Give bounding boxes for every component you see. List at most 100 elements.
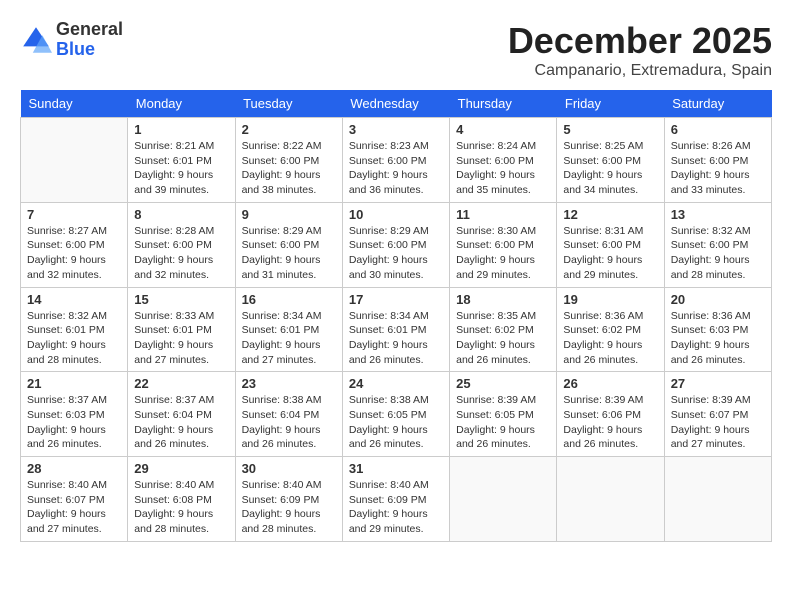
day-number: 24 [349, 376, 443, 391]
day-number: 7 [27, 207, 121, 222]
day-number: 21 [27, 376, 121, 391]
day-number: 9 [242, 207, 336, 222]
logo-blue: Blue [56, 40, 123, 60]
day-number: 20 [671, 292, 765, 307]
day-number: 23 [242, 376, 336, 391]
calendar-week-5: 28Sunrise: 8:40 AMSunset: 6:07 PMDayligh… [21, 457, 772, 542]
day-info: Sunrise: 8:31 AMSunset: 6:00 PMDaylight:… [563, 224, 657, 283]
calendar-cell: 28Sunrise: 8:40 AMSunset: 6:07 PMDayligh… [21, 457, 128, 542]
day-number: 25 [456, 376, 550, 391]
calendar-cell: 9 Sunrise: 8:29 AMSunset: 6:00 PMDaylight… [235, 202, 342, 287]
calendar-header: SundayMondayTuesdayWednesdayThursdayFrid… [21, 90, 772, 118]
day-number: 17 [349, 292, 443, 307]
day-info: Sunrise: 8:38 AMSunset: 6:04 PMDaylight:… [242, 393, 336, 452]
calendar-cell: 8Sunrise: 8:28 AMSunset: 6:00 PMDaylight… [128, 202, 235, 287]
day-info: Sunrise: 8:22 AMSunset: 6:00 PMDaylight:… [242, 139, 336, 198]
day-number: 12 [563, 207, 657, 222]
day-info: Sunrise: 8:26 AMSunset: 6:00 PMDaylight:… [671, 139, 765, 198]
calendar-cell [450, 457, 557, 542]
day-info: Sunrise: 8:32 AMSunset: 6:01 PMDaylight:… [27, 309, 121, 368]
weekday-header-saturday: Saturday [664, 90, 771, 118]
day-number: 3 [349, 122, 443, 137]
location-subtitle: Campanario, Extremadura, Spain [508, 62, 772, 80]
calendar-cell: 19Sunrise: 8:36 AMSunset: 6:02 PMDayligh… [557, 287, 664, 372]
calendar-cell: 1 Sunrise: 8:21 AMSunset: 6:01 PMDaylight… [128, 118, 235, 203]
calendar-cell: 22 Sunrise: 8:37 AMSunset: 6:04 PMDayligh… [128, 372, 235, 457]
day-info: Sunrise: 8:36 AMSunset: 6:02 PMDaylight:… [563, 309, 657, 368]
calendar-cell: 20 Sunrise: 8:36 AMSunset: 6:03 PMDayligh… [664, 287, 771, 372]
day-number: 30 [242, 461, 336, 476]
calendar-cell: 17 Sunrise: 8:34 AMSunset: 6:01 PMDayligh… [342, 287, 449, 372]
calendar-cell: 27Sunrise: 8:39 AMSunset: 6:07 PMDayligh… [664, 372, 771, 457]
calendar-cell: 24 Sunrise: 8:38 AMSunset: 6:05 PMDayligh… [342, 372, 449, 457]
day-number: 5 [563, 122, 657, 137]
weekday-header-tuesday: Tuesday [235, 90, 342, 118]
weekday-header-friday: Friday [557, 90, 664, 118]
day-number: 26 [563, 376, 657, 391]
calendar-table: SundayMondayTuesdayWednesdayThursdayFrid… [20, 90, 772, 542]
calendar-cell: 7 Sunrise: 8:27 AMSunset: 6:00 PMDaylight… [21, 202, 128, 287]
day-info: Sunrise: 8:33 AMSunset: 6:01 PMDaylight:… [134, 309, 228, 368]
weekday-header-wednesday: Wednesday [342, 90, 449, 118]
day-number: 4 [456, 122, 550, 137]
weekday-header-sunday: Sunday [21, 90, 128, 118]
calendar-cell: 23 Sunrise: 8:38 AMSunset: 6:04 PMDayligh… [235, 372, 342, 457]
calendar-cell: 11 Sunrise: 8:30 AMSunset: 6:00 PMDayligh… [450, 202, 557, 287]
day-info: Sunrise: 8:24 AMSunset: 6:00 PMDaylight:… [456, 139, 550, 198]
day-info: Sunrise: 8:23 AMSunset: 6:00 PMDaylight:… [349, 139, 443, 198]
header: General Blue December 2025 Campanario, E… [20, 20, 772, 80]
calendar-cell: 31Sunrise: 8:40 AMSunset: 6:09 PMDayligh… [342, 457, 449, 542]
calendar-cell: 18 Sunrise: 8:35 AMSunset: 6:02 PMDayligh… [450, 287, 557, 372]
calendar-cell: 15 Sunrise: 8:33 AMSunset: 6:01 PMDayligh… [128, 287, 235, 372]
day-info: Sunrise: 8:36 AMSunset: 6:03 PMDaylight:… [671, 309, 765, 368]
day-info: Sunrise: 8:35 AMSunset: 6:02 PMDaylight:… [456, 309, 550, 368]
logo-general: General [56, 20, 123, 40]
day-info: Sunrise: 8:34 AMSunset: 6:01 PMDaylight:… [349, 309, 443, 368]
weekday-header-thursday: Thursday [450, 90, 557, 118]
day-info: Sunrise: 8:32 AMSunset: 6:00 PMDaylight:… [671, 224, 765, 283]
day-info: Sunrise: 8:38 AMSunset: 6:05 PMDaylight:… [349, 393, 443, 452]
calendar-cell: 29 Sunrise: 8:40 AMSunset: 6:08 PMDayligh… [128, 457, 235, 542]
day-number: 1 [134, 122, 228, 137]
calendar-cell: 30 Sunrise: 8:40 AMSunset: 6:09 PMDayligh… [235, 457, 342, 542]
calendar-cell: 4 Sunrise: 8:24 AMSunset: 6:00 PMDaylight… [450, 118, 557, 203]
calendar-cell: 5 Sunrise: 8:25 AMSunset: 6:00 PMDaylight… [557, 118, 664, 203]
day-info: Sunrise: 8:29 AMSunset: 6:00 PMDaylight:… [349, 224, 443, 283]
day-info: Sunrise: 8:40 AMSunset: 6:08 PMDaylight:… [134, 478, 228, 537]
calendar-cell: 10 Sunrise: 8:29 AMSunset: 6:00 PMDayligh… [342, 202, 449, 287]
calendar-cell: 21 Sunrise: 8:37 AMSunset: 6:03 PMDayligh… [21, 372, 128, 457]
day-info: Sunrise: 8:27 AMSunset: 6:00 PMDaylight:… [27, 224, 121, 283]
day-info: Sunrise: 8:29 AMSunset: 6:00 PMDaylight:… [242, 224, 336, 283]
day-info: Sunrise: 8:25 AMSunset: 6:00 PMDaylight:… [563, 139, 657, 198]
logo: General Blue [20, 20, 123, 60]
day-number: 14 [27, 292, 121, 307]
day-number: 13 [671, 207, 765, 222]
day-number: 10 [349, 207, 443, 222]
day-number: 15 [134, 292, 228, 307]
calendar-week-2: 7 Sunrise: 8:27 AMSunset: 6:00 PMDaylight… [21, 202, 772, 287]
calendar-cell: 14 Sunrise: 8:32 AMSunset: 6:01 PMDayligh… [21, 287, 128, 372]
calendar-cell [664, 457, 771, 542]
day-info: Sunrise: 8:37 AMSunset: 6:03 PMDaylight:… [27, 393, 121, 452]
title-area: December 2025 Campanario, Extremadura, S… [508, 20, 772, 80]
calendar-cell: 13 Sunrise: 8:32 AMSunset: 6:00 PMDayligh… [664, 202, 771, 287]
day-info: Sunrise: 8:40 AMSunset: 6:07 PMDaylight:… [27, 478, 121, 537]
weekday-header-monday: Monday [128, 90, 235, 118]
day-info: Sunrise: 8:39 AMSunset: 6:05 PMDaylight:… [456, 393, 550, 452]
day-info: Sunrise: 8:40 AMSunset: 6:09 PMDaylight:… [242, 478, 336, 537]
calendar-cell: 25 Sunrise: 8:39 AMSunset: 6:05 PMDayligh… [450, 372, 557, 457]
calendar-cell [557, 457, 664, 542]
day-info: Sunrise: 8:28 AMSunset: 6:00 PMDaylight:… [134, 224, 228, 283]
day-number: 18 [456, 292, 550, 307]
day-number: 29 [134, 461, 228, 476]
month-title: December 2025 [508, 20, 772, 62]
day-info: Sunrise: 8:37 AMSunset: 6:04 PMDaylight:… [134, 393, 228, 452]
day-info: Sunrise: 8:40 AMSunset: 6:09 PMDaylight:… [349, 478, 443, 537]
calendar-cell: 12 Sunrise: 8:31 AMSunset: 6:00 PMDayligh… [557, 202, 664, 287]
logo-text: General Blue [56, 20, 123, 60]
day-number: 22 [134, 376, 228, 391]
day-number: 11 [456, 207, 550, 222]
day-info: Sunrise: 8:30 AMSunset: 6:00 PMDaylight:… [456, 224, 550, 283]
day-number: 6 [671, 122, 765, 137]
day-info: Sunrise: 8:21 AMSunset: 6:01 PMDaylight:… [134, 139, 228, 198]
